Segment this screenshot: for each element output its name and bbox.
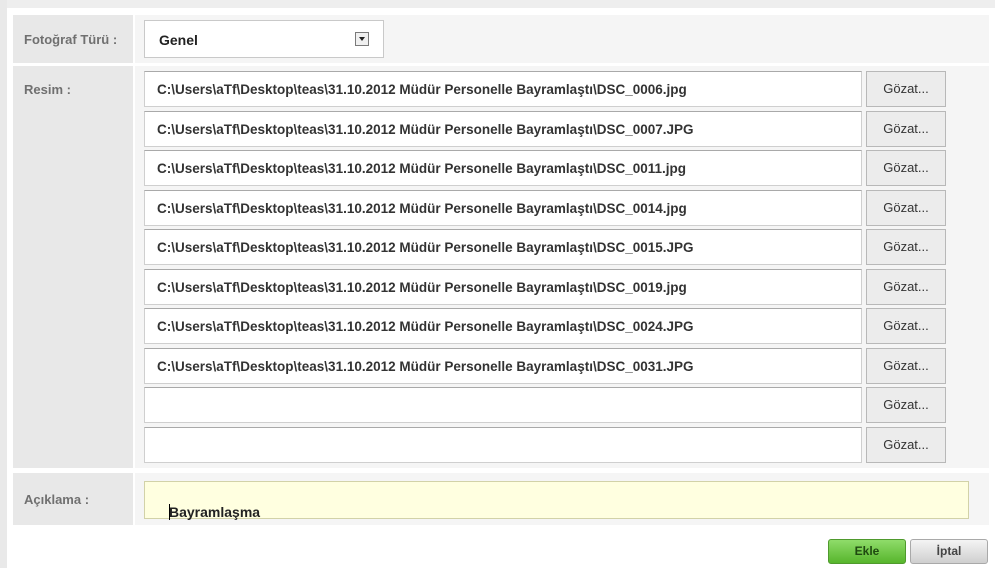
description-input[interactable]: Bayramlaşma xyxy=(144,481,969,520)
browse-button[interactable]: Gözat... xyxy=(866,150,946,186)
description-label-cell: Açıklama : xyxy=(13,473,133,525)
file-path-text: C:\Users\aTf\Desktop\teas\31.10.2012 Müd… xyxy=(157,359,694,374)
image-label: Resim : xyxy=(24,82,71,97)
file-path-input[interactable]: C:\Users\aTf\Desktop\teas\31.10.2012 Müd… xyxy=(144,348,862,384)
photo-type-select-value: Genel xyxy=(159,32,198,48)
file-path-input[interactable]: C:\Users\aTf\Desktop\teas\31.10.2012 Müd… xyxy=(144,229,862,265)
text-caret xyxy=(169,504,170,520)
file-path-input[interactable]: C:\Users\aTf\Desktop\teas\31.10.2012 Müd… xyxy=(144,308,862,344)
photo-type-label-cell: Fotoğraf Türü : xyxy=(13,15,133,63)
file-path-input[interactable] xyxy=(144,387,862,423)
file-path-input[interactable]: C:\Users\aTf\Desktop\teas\31.10.2012 Müd… xyxy=(144,150,862,186)
browse-button[interactable]: Gözat... xyxy=(866,71,946,107)
description-label: Açıklama : xyxy=(24,492,90,507)
file-path-text: C:\Users\aTf\Desktop\teas\31.10.2012 Müd… xyxy=(157,82,687,97)
left-frame-border xyxy=(0,0,7,568)
browse-button[interactable]: Gözat... xyxy=(866,308,946,344)
add-button[interactable]: Ekle xyxy=(828,539,906,564)
browse-button[interactable]: Gözat... xyxy=(866,348,946,384)
file-path-text: C:\Users\aTf\Desktop\teas\31.10.2012 Müd… xyxy=(157,161,686,176)
photo-type-label: Fotoğraf Türü : xyxy=(24,32,118,47)
image-label-cell: Resim : xyxy=(13,66,133,468)
browse-button[interactable]: Gözat... xyxy=(866,190,946,226)
browse-button[interactable]: Gözat... xyxy=(866,111,946,147)
file-path-input[interactable]: C:\Users\aTf\Desktop\teas\31.10.2012 Müd… xyxy=(144,71,862,107)
file-path-text: C:\Users\aTf\Desktop\teas\31.10.2012 Müd… xyxy=(157,319,694,334)
browse-button[interactable]: Gözat... xyxy=(866,387,946,423)
file-path-text: C:\Users\aTf\Desktop\teas\31.10.2012 Müd… xyxy=(157,122,694,137)
browse-button[interactable]: Gözat... xyxy=(866,269,946,305)
file-path-input[interactable]: C:\Users\aTf\Desktop\teas\31.10.2012 Müd… xyxy=(144,111,862,147)
photo-type-select[interactable]: Genel xyxy=(144,20,384,58)
browse-button[interactable]: Gözat... xyxy=(866,229,946,265)
file-path-text: C:\Users\aTf\Desktop\teas\31.10.2012 Müd… xyxy=(157,280,687,295)
browse-button[interactable]: Gözat... xyxy=(866,427,946,463)
file-path-input[interactable]: C:\Users\aTf\Desktop\teas\31.10.2012 Müd… xyxy=(144,190,862,226)
file-path-input[interactable]: C:\Users\aTf\Desktop\teas\31.10.2012 Müd… xyxy=(144,269,862,305)
description-input-value: Bayramlaşma xyxy=(169,504,261,520)
file-path-text: C:\Users\aTf\Desktop\teas\31.10.2012 Müd… xyxy=(157,240,694,255)
file-path-text: C:\Users\aTf\Desktop\teas\31.10.2012 Müd… xyxy=(157,201,687,216)
dropdown-arrow-icon[interactable] xyxy=(355,32,369,46)
file-path-input[interactable] xyxy=(144,427,862,463)
cancel-button[interactable]: İptal xyxy=(910,539,988,564)
top-frame-border xyxy=(7,0,995,8)
